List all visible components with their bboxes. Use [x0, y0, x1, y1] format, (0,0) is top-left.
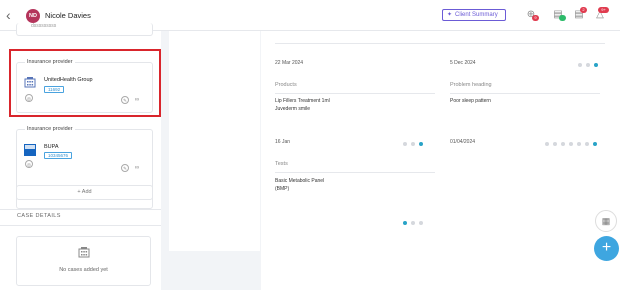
- insurance-name: BUPA: [44, 144, 59, 150]
- divider: [275, 172, 435, 173]
- carousel-dot[interactable]: [586, 63, 590, 67]
- records-panel: 22 Mar 2024 5 Dec 2024 Products Problem …: [261, 31, 620, 290]
- carousel-dot[interactable]: [553, 142, 557, 146]
- insurance-id: 11692: [44, 86, 65, 93]
- globe-icon: ◎: [25, 94, 33, 102]
- carousel-dot[interactable]: [411, 142, 415, 146]
- link-icon[interactable]: ∞: [133, 164, 141, 172]
- left-panel: dsssssssss Insurance provider UnitedHeal…: [0, 23, 161, 290]
- tasks-badge: 2: [580, 7, 587, 13]
- carousel-dot[interactable]: [561, 142, 565, 146]
- bupa-logo-icon: [24, 144, 36, 156]
- insurance-label: Insurance provider: [25, 59, 75, 65]
- test-value: Basic Metabolic Panel: [275, 178, 325, 184]
- insurance-name: UnitedHealth Group: [44, 77, 93, 83]
- alerts-badge: 9+: [598, 7, 609, 13]
- problem-heading: Problem heading: [450, 82, 492, 88]
- middle-panel: [169, 31, 260, 251]
- link-icon[interactable]: ∞: [133, 96, 141, 104]
- carousel-dot[interactable]: [569, 142, 573, 146]
- avatar[interactable]: ND: [26, 9, 40, 23]
- test-value: (BMP): [275, 186, 290, 192]
- record-date: 5 Dec 2024: [450, 60, 476, 66]
- case-details-title: CASE DETAILS: [17, 213, 61, 219]
- product-value: Lip Fillers Treatment 1ml: [275, 98, 330, 104]
- back-arrow-icon[interactable]: ‹: [6, 8, 18, 22]
- cases-building-icon: [78, 247, 90, 258]
- carousel-dot[interactable]: [411, 221, 415, 225]
- divider: [0, 225, 161, 226]
- carousel-dots[interactable]: [545, 142, 597, 147]
- divider: [0, 209, 161, 210]
- carousel-dot-active[interactable]: [594, 63, 598, 67]
- plus-icon: +: [601, 239, 612, 256]
- divider: [275, 93, 435, 94]
- carousel-dot[interactable]: [577, 142, 581, 146]
- carousel-dot[interactable]: [403, 142, 407, 146]
- carousel-dot-active[interactable]: [403, 221, 407, 225]
- client-summary-button[interactable]: ✦ Client Summary: [442, 9, 506, 21]
- edit-icon[interactable]: ✎: [121, 164, 129, 172]
- carousel-dot[interactable]: [585, 142, 589, 146]
- insurance-id: 10345676: [44, 152, 73, 159]
- calendar-icon[interactable]: ▦: [595, 210, 617, 232]
- carousel-dot-active[interactable]: [419, 142, 423, 146]
- carousel-dots[interactable]: [403, 221, 423, 226]
- previous-card: dsssssssss: [16, 23, 153, 36]
- tests-heading: Tests: [275, 161, 288, 167]
- product-value: Juvederm smile: [275, 106, 311, 112]
- cut-off-text: dsssssssss: [31, 23, 57, 29]
- insurance-card-1[interactable]: Insurance provider UnitedHealth Group 11…: [16, 59, 153, 113]
- carousel-dot[interactable]: [545, 142, 549, 146]
- add-insurance-button[interactable]: + Add: [16, 185, 153, 200]
- insurance-label: Insurance provider: [25, 126, 75, 132]
- globe-icon: ◎: [25, 160, 33, 168]
- edit-icon[interactable]: ✎: [121, 96, 129, 104]
- patient-name: Nicole Davies: [45, 11, 91, 20]
- carousel-dots[interactable]: [403, 142, 423, 147]
- no-cases-card: No cases added yet: [16, 236, 151, 286]
- carousel-dots[interactable]: [578, 63, 598, 68]
- top-divider: [275, 43, 605, 44]
- add-fab-button[interactable]: +: [594, 236, 619, 261]
- record-date: 01/04/2024: [450, 139, 476, 145]
- notification-badge: 9: [532, 15, 539, 21]
- building-icon: [24, 77, 36, 88]
- no-cases-text: No cases added yet: [59, 267, 108, 273]
- wand-icon: ✦: [447, 12, 453, 18]
- carousel-dot-active[interactable]: [593, 142, 597, 146]
- carousel-dot[interactable]: [419, 221, 423, 225]
- products-heading: Products: [275, 82, 297, 88]
- record-date: 22 Mar 2024: [275, 60, 304, 66]
- divider: [450, 93, 600, 94]
- carousel-dot[interactable]: [578, 63, 582, 67]
- client-summary-label: Client Summary: [455, 12, 498, 18]
- record-date: 16 Jan: [275, 139, 291, 145]
- problem-value: Poor sleep pattern: [450, 98, 491, 104]
- status-badge: [559, 15, 566, 21]
